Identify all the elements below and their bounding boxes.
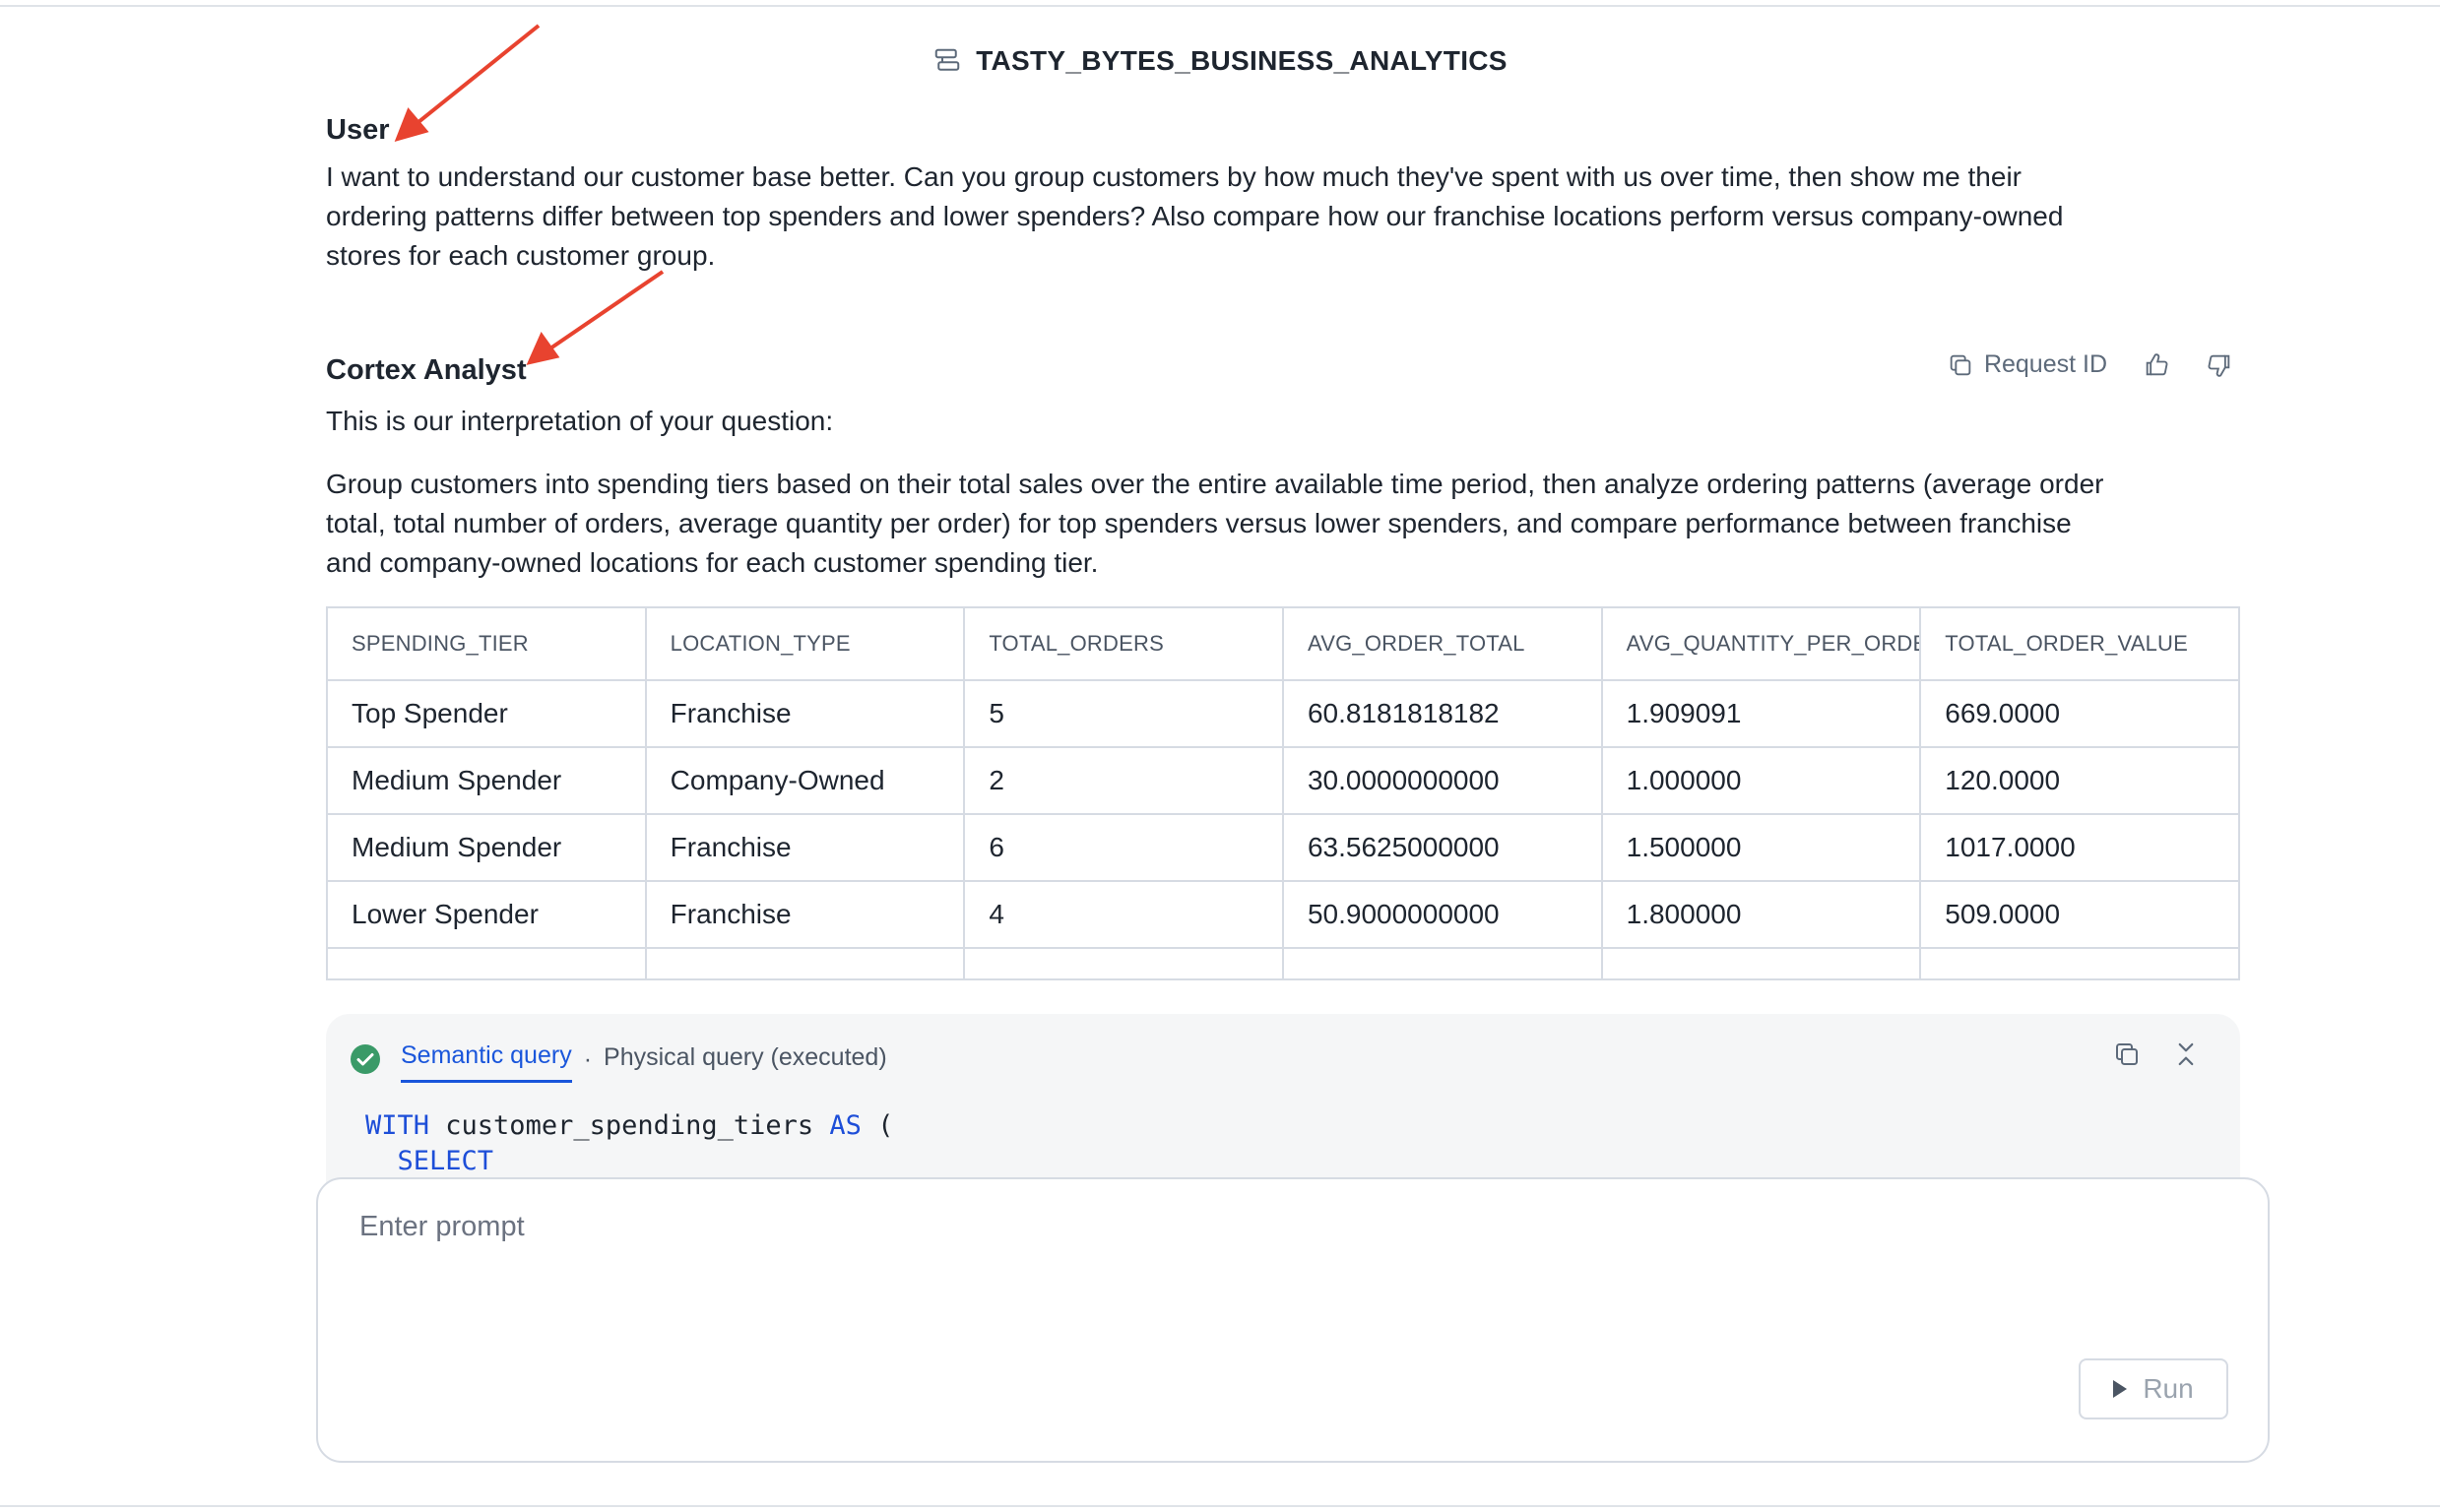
interpretation-text: Group customers into spending tiers base…	[326, 465, 2236, 583]
table-cell: 1.000000	[1600, 746, 1922, 815]
table-cell: 120.0000	[1919, 746, 2240, 815]
table-cell	[1281, 947, 1603, 980]
interpretation-line: total, total number of orders, average q…	[326, 508, 2072, 538]
code-line: SELECT	[365, 1144, 893, 1179]
semantic-model-header: TASTY_BYTES_BUSINESS_ANALYTICS	[0, 45, 2440, 77]
table-cell: Franchise	[644, 813, 966, 882]
table-cell: 2	[963, 746, 1284, 815]
column-header[interactable]: TOTAL_ORDERS	[963, 606, 1284, 681]
play-icon	[2113, 1380, 2128, 1398]
run-button-label: Run	[2143, 1373, 2194, 1404]
sql-keyword: AS	[829, 1110, 862, 1141]
table-cell	[963, 947, 1284, 980]
column-header[interactable]: AVG_ORDER_TOTAL	[1281, 606, 1603, 681]
request-id-label: Request ID	[1983, 350, 2107, 378]
query-tabs: Semantic query · Physical query (execute…	[350, 1036, 887, 1083]
sql-identifier: customer_spending_tiers	[429, 1110, 830, 1141]
user-message-line: I want to understand our customer base b…	[326, 161, 2022, 192]
table-row: Top Spender Franchise 5 60.8181818182 1.…	[326, 679, 2240, 748]
column-header[interactable]: AVG_QUANTITY_PER_ORDER	[1600, 606, 1922, 681]
table-cell	[644, 947, 966, 980]
thumbs-up-button[interactable]	[2143, 351, 2170, 379]
thumbs-down-icon	[2208, 354, 2230, 377]
table-row: Medium Spender Franchise 6 63.5625000000…	[326, 813, 2240, 882]
table-cell: Franchise	[644, 880, 966, 949]
code-line: WITH customer_spending_tiers AS (	[365, 1108, 893, 1144]
table-cell	[326, 947, 647, 980]
table-header-row: SPENDING_TIER LOCATION_TYPE TOTAL_ORDERS…	[326, 606, 2240, 681]
table-cell: Medium Spender	[326, 813, 647, 882]
interpretation-intro: This is our interpretation of your quest…	[326, 406, 834, 436]
top-divider	[0, 5, 2440, 7]
column-header[interactable]: SPENDING_TIER	[326, 606, 647, 681]
table-cell	[1600, 947, 1922, 980]
table-row: Medium Spender Company-Owned 2 30.000000…	[326, 746, 2240, 815]
semantic-model-icon	[934, 48, 960, 71]
success-check-icon	[351, 1044, 380, 1074]
column-header[interactable]: TOTAL_ORDER_VALUE	[1919, 606, 2240, 681]
table-cell: 4	[963, 880, 1284, 949]
semantic-model-name: TASTY_BYTES_BUSINESS_ANALYTICS	[976, 45, 1508, 76]
sql-punctuation: (	[861, 1110, 894, 1141]
table-cell: 669.0000	[1919, 679, 2240, 748]
table-cell: Top Spender	[326, 679, 647, 748]
table-cell: 6	[963, 813, 1284, 882]
bottom-divider	[0, 1505, 2440, 1507]
table-cell: 60.8181818182	[1281, 679, 1603, 748]
collapse-icon[interactable]	[2171, 1040, 2201, 1069]
table-cell: 50.9000000000	[1281, 880, 1603, 949]
user-message-line: stores for each customer group.	[326, 240, 716, 271]
results-table: SPENDING_TIER LOCATION_TYPE TOTAL_ORDERS…	[326, 606, 2240, 980]
user-speaker-label: User	[326, 114, 390, 146]
table-cell: Lower Spender	[326, 880, 647, 949]
sql-keyword: SELECT	[397, 1146, 494, 1176]
run-button[interactable]: Run	[2079, 1358, 2228, 1419]
analyst-speaker-label: Cortex Analyst	[326, 354, 527, 386]
interpretation-line: Group customers into spending tiers base…	[326, 469, 2104, 499]
table-row-partial	[326, 947, 2240, 980]
copy-query-icon[interactable]	[2112, 1040, 2142, 1069]
query-panel-actions	[2112, 1040, 2201, 1069]
table-cell: Company-Owned	[644, 746, 966, 815]
table-cell: 509.0000	[1919, 880, 2240, 949]
table-cell	[1919, 947, 2240, 980]
table-cell: 1.800000	[1600, 880, 1922, 949]
sql-code-block: WITH customer_spending_tiers AS ( SELECT	[365, 1108, 893, 1179]
copy-icon	[1950, 354, 1971, 375]
prompt-input[interactable]	[357, 1209, 2213, 1331]
table-cell: 1.500000	[1600, 813, 1922, 882]
interpretation-line: and company-owned locations for each cus…	[326, 547, 1099, 578]
user-message: I want to understand our customer base b…	[326, 158, 2236, 276]
table-cell: 30.0000000000	[1281, 746, 1603, 815]
sql-keyword: WITH	[365, 1110, 430, 1141]
prompt-box: Run	[316, 1177, 2270, 1463]
thumbs-up-icon	[2146, 352, 2168, 375]
user-message-line: ordering patterns differ between top spe…	[326, 201, 2064, 231]
table-cell: 63.5625000000	[1281, 813, 1603, 882]
tab-separator: ·	[583, 1044, 593, 1073]
message-actions: Request ID	[1947, 350, 2233, 379]
table-cell: 5	[963, 679, 1284, 748]
column-header[interactable]: LOCATION_TYPE	[644, 606, 966, 681]
tab-physical-query[interactable]: Physical query (executed)	[604, 1038, 887, 1082]
thumbs-down-button[interactable]	[2206, 351, 2233, 379]
table-cell: Medium Spender	[326, 746, 647, 815]
table-cell: 1.909091	[1600, 679, 1922, 748]
table-row: Lower Spender Franchise 4 50.9000000000 …	[326, 880, 2240, 949]
table-cell: Franchise	[644, 679, 966, 748]
table-cell: 1017.0000	[1919, 813, 2240, 882]
request-id-button[interactable]: Request ID	[1947, 350, 2107, 379]
tab-semantic-query[interactable]: Semantic query	[401, 1036, 572, 1083]
